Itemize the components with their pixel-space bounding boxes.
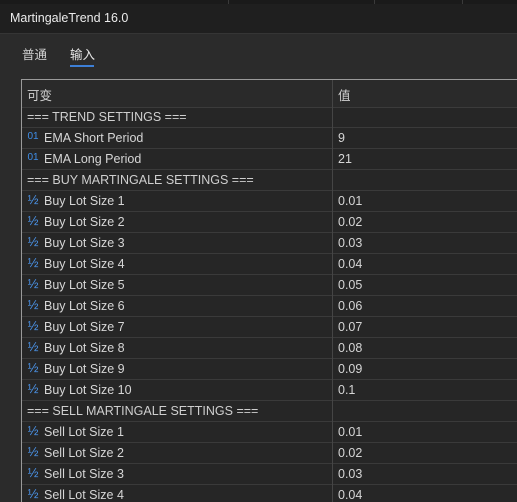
parameter-value[interactable]: 0.04 xyxy=(338,257,362,271)
table-row[interactable]: ½ Sell Lot Size 4 0.04 xyxy=(22,485,517,502)
double-icon: ½ xyxy=(27,318,39,333)
table-row[interactable]: ½ Buy Lot Size 1 0.01 xyxy=(22,191,517,212)
title-bar: MartingaleTrend 16.0 xyxy=(0,4,517,34)
double-icon: ½ xyxy=(27,444,39,459)
parameter-name: Buy Lot Size 5 xyxy=(44,278,125,292)
parameter-name: Buy Lot Size 8 xyxy=(44,341,125,355)
column-divider xyxy=(332,80,333,502)
double-icon: ½ xyxy=(27,339,39,354)
double-icon: ½ xyxy=(27,486,39,501)
parameter-name: Sell Lot Size 2 xyxy=(44,446,124,460)
inputs-table: 可变 值 === TREND SETTINGS === 01 EMA Short P… xyxy=(21,79,517,502)
table-row[interactable]: ½ Buy Lot Size 5 0.05 xyxy=(22,275,517,296)
parameter-value[interactable]: 0.01 xyxy=(338,425,362,439)
tab-inputs[interactable]: 输入 xyxy=(70,44,96,67)
table-row[interactable]: ½ Buy Lot Size 7 0.07 xyxy=(22,317,517,338)
section-label: === TREND SETTINGS === xyxy=(27,110,187,124)
table-row[interactable]: ½ Buy Lot Size 2 0.02 xyxy=(22,212,517,233)
table-row[interactable]: ½ Sell Lot Size 3 0.03 xyxy=(22,464,517,485)
table-row[interactable]: ½ Buy Lot Size 4 0.04 xyxy=(22,254,517,275)
double-icon: ½ xyxy=(27,213,39,228)
parameter-value[interactable]: 0.05 xyxy=(338,278,362,292)
double-icon: ½ xyxy=(27,192,39,207)
parameter-name: Buy Lot Size 1 xyxy=(44,194,125,208)
parameter-value[interactable]: 9 xyxy=(338,131,345,145)
tab-inputs-label: 输入 xyxy=(70,48,96,62)
section-label: === BUY MARTINGALE SETTINGS === xyxy=(27,173,254,187)
double-icon: ½ xyxy=(27,255,39,270)
double-icon: ½ xyxy=(27,234,39,249)
double-icon: ½ xyxy=(27,360,39,375)
parameter-value[interactable]: 0.09 xyxy=(338,362,362,376)
window-title: MartingaleTrend 16.0 xyxy=(10,11,129,25)
parameter-name: Buy Lot Size 9 xyxy=(44,362,125,376)
double-icon: ½ xyxy=(27,276,39,291)
parameter-value[interactable]: 0.02 xyxy=(338,446,362,460)
tab-common[interactable]: 普通 xyxy=(22,44,47,63)
parameter-name: Sell Lot Size 4 xyxy=(44,488,124,502)
parameter-value[interactable]: 0.1 xyxy=(338,383,355,397)
parameter-value[interactable]: 0.03 xyxy=(338,467,362,481)
parameter-value[interactable]: 0.04 xyxy=(338,488,362,502)
section-label: === SELL MARTINGALE SETTINGS === xyxy=(27,404,259,418)
parameter-name: Buy Lot Size 7 xyxy=(44,320,125,334)
table-row[interactable]: ½ Buy Lot Size 10 0.1 xyxy=(22,380,517,401)
parameter-value[interactable]: 0.07 xyxy=(338,320,362,334)
integer-icon: 01 xyxy=(27,152,39,163)
active-tab-indicator xyxy=(70,65,94,67)
parameter-name: Buy Lot Size 10 xyxy=(44,383,132,397)
double-icon: ½ xyxy=(27,423,39,438)
table-row[interactable]: ½ Sell Lot Size 2 0.02 xyxy=(22,443,517,464)
table-row[interactable]: 01 EMA Short Period 9 xyxy=(22,128,517,149)
parameter-value[interactable]: 0.01 xyxy=(338,194,362,208)
parameter-name: Sell Lot Size 3 xyxy=(44,467,124,481)
column-header-value[interactable]: 值 xyxy=(338,85,351,104)
parameter-value[interactable]: 0.02 xyxy=(338,215,362,229)
tab-bar: 普通 输入 xyxy=(0,34,517,72)
table-row[interactable]: ½ Buy Lot Size 8 0.08 xyxy=(22,338,517,359)
section-header-row[interactable]: === SELL MARTINGALE SETTINGS === xyxy=(22,401,517,422)
table-row[interactable]: ½ Buy Lot Size 6 0.06 xyxy=(22,296,517,317)
parameter-name: Sell Lot Size 1 xyxy=(44,425,124,439)
section-header-row[interactable]: === BUY MARTINGALE SETTINGS === xyxy=(22,170,517,191)
parameter-value[interactable]: 21 xyxy=(338,152,352,166)
double-icon: ½ xyxy=(27,381,39,396)
parameter-value[interactable]: 0.06 xyxy=(338,299,362,313)
parameter-name: Buy Lot Size 6 xyxy=(44,299,125,313)
parameter-value[interactable]: 0.08 xyxy=(338,341,362,355)
section-header-row[interactable]: === TREND SETTINGS === xyxy=(22,107,517,128)
table-row[interactable]: ½ Buy Lot Size 3 0.03 xyxy=(22,233,517,254)
parameter-name: Buy Lot Size 2 xyxy=(44,215,125,229)
parameter-name: EMA Short Period xyxy=(44,131,144,145)
parameter-value[interactable]: 0.03 xyxy=(338,236,362,250)
column-header-variable[interactable]: 可变 xyxy=(27,85,52,104)
table-header: 可变 值 xyxy=(22,80,517,108)
table-row[interactable]: ½ Buy Lot Size 9 0.09 xyxy=(22,359,517,380)
parameter-name: EMA Long Period xyxy=(44,152,142,166)
parameter-name: Buy Lot Size 4 xyxy=(44,257,125,271)
integer-icon: 01 xyxy=(27,131,39,142)
double-icon: ½ xyxy=(27,297,39,312)
table-row[interactable]: 01 EMA Long Period 21 xyxy=(22,149,517,170)
double-icon: ½ xyxy=(27,465,39,480)
parameter-name: Buy Lot Size 3 xyxy=(44,236,125,250)
table-row[interactable]: ½ Sell Lot Size 1 0.01 xyxy=(22,422,517,443)
